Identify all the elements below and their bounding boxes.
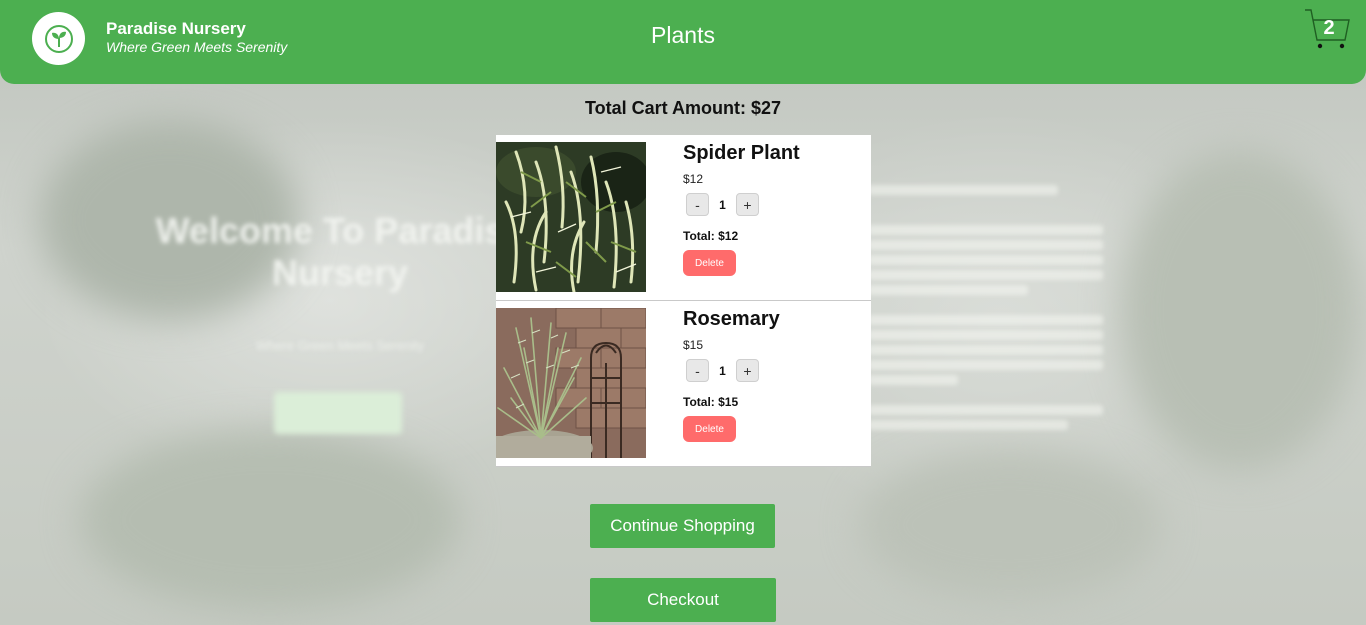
brand-name: Paradise Nursery	[106, 19, 246, 38]
delete-button[interactable]: Delete	[683, 250, 736, 276]
item-total: Total: $12	[683, 229, 739, 243]
brand-block[interactable]: Paradise Nursery Where Green Meets Seren…	[106, 19, 287, 56]
cart-count-badge: 2	[1323, 17, 1335, 39]
background-text-line	[868, 255, 1103, 265]
background-text-line	[868, 360, 1103, 370]
decrease-quantity-button[interactable]: -	[686, 193, 709, 216]
background-text-line	[868, 375, 958, 385]
cart-total-amount: Total Cart Amount: $27	[584, 98, 781, 118]
background-text-line	[868, 225, 1103, 235]
background-text-line	[868, 345, 1103, 355]
item-price: $15	[683, 338, 704, 352]
decrease-quantity-button[interactable]: -	[686, 359, 709, 382]
item-name: Spider Plant	[683, 142, 800, 164]
nav-plants-link[interactable]: Plants	[651, 22, 715, 48]
checkout-button[interactable]: Checkout	[590, 578, 776, 622]
background-welcome-heading: Welcome To Paradise Nursery	[155, 210, 525, 293]
background-text-line	[868, 285, 1028, 295]
background-get-started-button	[274, 392, 402, 434]
cart-button[interactable]: 2	[1303, 8, 1351, 52]
cart-items-list: Spider Plant $12 - 1 + Total: $12 Delete	[496, 135, 871, 467]
quantity-stepper: - 1 +	[686, 193, 759, 216]
delete-button[interactable]: Delete	[683, 416, 736, 442]
cart-item: Rosemary $15 - 1 + Total: $15 Delete	[496, 301, 871, 467]
background-text-line	[868, 330, 1103, 340]
background-text-line	[868, 420, 1068, 430]
spider-plant-image	[496, 142, 646, 292]
background-text-line	[868, 185, 1058, 195]
quantity-stepper: - 1 +	[686, 359, 759, 382]
background-text-line	[868, 405, 1103, 415]
increase-quantity-button[interactable]: +	[736, 193, 759, 216]
background-text-line	[868, 240, 1103, 250]
cart-item: Spider Plant $12 - 1 + Total: $12 Delete	[496, 135, 871, 301]
quantity-value: 1	[719, 363, 726, 378]
brand-tagline: Where Green Meets Serenity	[106, 39, 288, 55]
item-total: Total: $15	[683, 395, 739, 409]
item-name: Rosemary	[683, 308, 780, 330]
logo[interactable]	[32, 12, 85, 65]
background-subtitle: Where Green Meets Serenity	[255, 338, 425, 353]
increase-quantity-button[interactable]: +	[736, 359, 759, 382]
background-text-line	[868, 315, 1103, 325]
background-text-line	[868, 270, 1103, 280]
item-price: $12	[683, 172, 704, 186]
quantity-value: 1	[719, 197, 726, 212]
sprout-icon	[44, 24, 73, 53]
continue-shopping-button[interactable]: Continue Shopping	[590, 504, 775, 548]
rosemary-image	[496, 308, 646, 458]
top-navbar: Paradise Nursery Where Green Meets Seren…	[0, 0, 1366, 84]
